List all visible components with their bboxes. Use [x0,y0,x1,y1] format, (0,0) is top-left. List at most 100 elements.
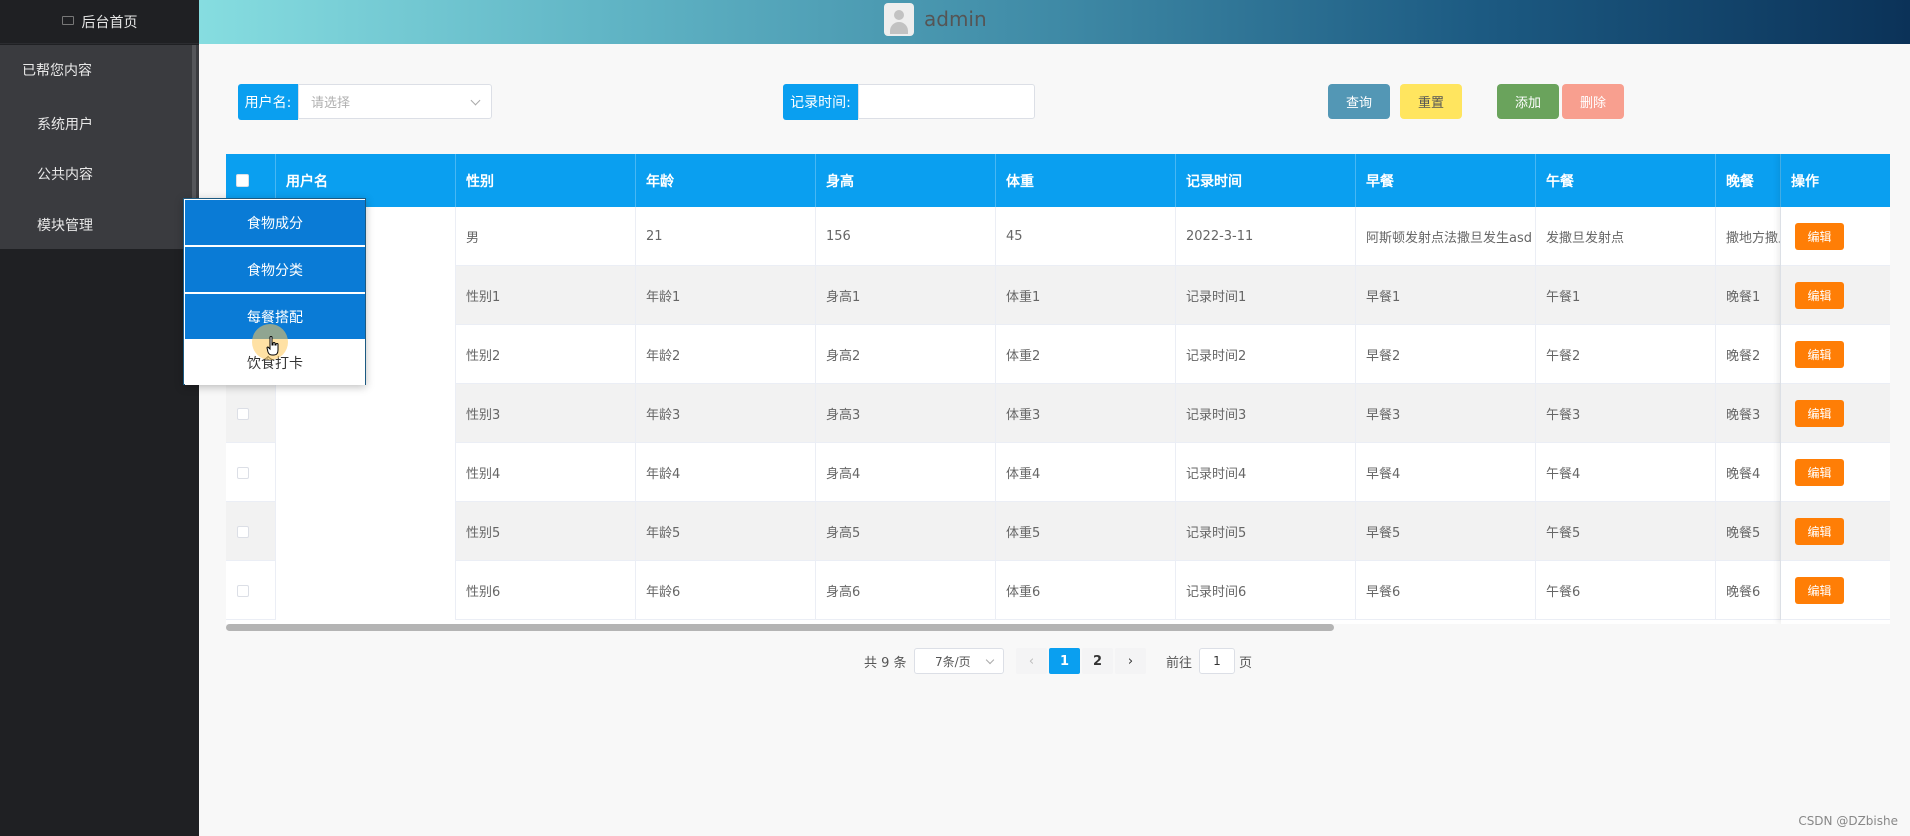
edit-button[interactable]: 编辑 [1795,459,1844,486]
goto-label: 前往 [1166,655,1193,671]
horizontal-scrollbar[interactable] [226,624,1334,631]
col-age[interactable]: 年龄 [636,154,816,207]
row-select-cell [226,502,276,561]
sidebar-home-link[interactable]: 后台首页 [0,0,199,44]
cell-weight: 45 [996,207,1176,266]
cell-time: 2022-3-11 [1176,207,1356,266]
prev-page-button[interactable]: ‹ [1016,648,1047,674]
cell-dinner: 晚餐3 [1716,384,1781,443]
table-row[interactable]: 性别4 年龄4 身高4 体重4 记录时间4 早餐4 午餐4 晚餐4 [226,443,1890,502]
cell-time: 记录时间1 [1176,266,1356,325]
row-checkbox[interactable] [237,407,249,420]
record-time-input[interactable] [858,84,1035,119]
cell-breakfast: 早餐5 [1356,502,1536,561]
cell-dinner: 晚餐6 [1716,561,1781,620]
cell-username [276,502,456,561]
cell-gender: 性别1 [456,266,636,325]
cell-age: 年龄6 [636,561,816,620]
edit-button[interactable]: 编辑 [1795,341,1844,368]
row-select-cell [226,561,276,620]
col-weight[interactable]: 体重 [996,154,1176,207]
data-table: 用户名 性别 年龄 身高 体重 记录时间 早餐 午餐 晚餐 操作 男 21 156 4… [226,154,1890,624]
cell-username [276,561,456,620]
reset-button[interactable]: 重置 [1400,84,1462,119]
query-button[interactable]: 查询 [1328,84,1390,119]
cell-height: 身高1 [816,266,996,325]
cell-dinner: 晚餐4 [1716,443,1781,502]
cell-height: 身高3 [816,384,996,443]
col-record-time[interactable]: 记录时间 [1176,154,1356,207]
cell-username [276,443,456,502]
cell-dinner: 晚餐1 [1716,266,1781,325]
table-row[interactable]: 性别6 年龄6 身高6 体重6 记录时间6 早餐6 午餐6 晚餐6 [226,561,1890,620]
table-row[interactable]: 性别3 年龄3 身高3 体重3 记录时间3 早餐3 午餐3 晚餐3 [226,384,1890,443]
actions-column: 编辑 编辑 编辑 编辑 编辑 编辑 编辑 [1781,154,1890,624]
table-row[interactable]: 性别2 年龄2 身高2 体重2 记录时间2 早餐2 午餐2 晚餐2 [226,325,1890,384]
cell-lunch: 午餐4 [1536,443,1716,502]
top-header: admin [199,0,1910,44]
record-time-label: 记录时间: [783,84,858,120]
page-size-select[interactable]: 7条/页 [914,648,1004,674]
cell-gender: 男 [456,207,636,266]
cell-weight: 体重1 [996,266,1176,325]
add-button[interactable]: 添加 [1497,84,1559,119]
edit-button[interactable]: 编辑 [1795,577,1844,604]
cell-breakfast: 早餐6 [1356,561,1536,620]
col-height[interactable]: 身高 [816,154,996,207]
cell-lunch: 午餐2 [1536,325,1716,384]
username-select[interactable]: 请选择 [298,84,492,119]
sidebar-item-public-content[interactable]: 公共内容 [37,164,229,184]
page-size-value: 7条/页 [935,654,971,669]
row-checkbox[interactable] [237,466,249,479]
table-row[interactable]: 性别1 年龄1 身高1 体重1 记录时间1 早餐1 午餐1 晚餐1 [226,266,1890,325]
cell-lunch: 午餐3 [1536,384,1716,443]
cell-dinner: 晚餐5 [1716,502,1781,561]
cell-weight: 体重2 [996,325,1176,384]
sidebar-item-system-users[interactable]: 系统用户 [37,114,229,134]
header-username[interactable]: admin [924,7,987,31]
cell-breakfast: 早餐2 [1356,325,1536,384]
page-2-button[interactable]: 2 [1082,648,1113,674]
table-header: 用户名 性别 年龄 身高 体重 记录时间 早餐 午餐 晚餐 操作 [226,154,1890,207]
page-1-button[interactable]: 1 [1049,648,1080,674]
cell-time: 记录时间2 [1176,325,1356,384]
sidebar-menu: 已帮您内容 系统用户 公共内容 模块管理 [0,45,199,249]
pagination-total: 共 9 条 [864,655,907,671]
select-all-checkbox[interactable] [236,174,249,187]
col-dinner[interactable]: 晚餐 [1716,154,1781,207]
cell-time: 记录时间4 [1176,443,1356,502]
cell-lunch: 午餐5 [1536,502,1716,561]
avatar[interactable] [884,3,914,36]
col-breakfast[interactable]: 早餐 [1356,154,1536,207]
cell-age: 年龄2 [636,325,816,384]
cell-gender: 性别5 [456,502,636,561]
row-checkbox[interactable] [237,584,249,597]
edit-button[interactable]: 编辑 [1795,518,1844,545]
col-lunch[interactable]: 午餐 [1536,154,1716,207]
cell-height: 156 [816,207,996,266]
edit-button[interactable]: 编辑 [1795,400,1844,427]
goto-page-input[interactable]: 1 [1199,648,1235,674]
next-page-button[interactable]: › [1115,648,1146,674]
monitor-icon [61,16,74,25]
edit-button[interactable]: 编辑 [1795,282,1844,309]
edit-button[interactable]: 编辑 [1795,223,1844,250]
cell-weight: 体重4 [996,443,1176,502]
table-row[interactable]: 男 21 156 45 2022-3-11 阿斯顿发射点法撒旦发生asd 发撒旦发射点 撒地方… [226,207,1890,266]
table-row[interactable]: 性别5 年龄5 身高5 体重5 记录时间5 早餐5 午餐5 晚餐5 [226,502,1890,561]
watermark: CSDN @DZbishe [1798,814,1898,828]
cell-dinner: 撒地方撒旦 [1716,207,1781,266]
submenu-item-food-composition[interactable]: 食物成分 [185,200,365,245]
cell-breakfast: 早餐3 [1356,384,1536,443]
cell-height: 身高5 [816,502,996,561]
row-checkbox[interactable] [237,525,249,538]
cell-weight: 体重3 [996,384,1176,443]
username-select-placeholder: 请选择 [311,96,351,111]
delete-button[interactable]: 删除 [1562,84,1624,119]
cell-height: 身高4 [816,443,996,502]
cell-gender: 性别3 [456,384,636,443]
sidebar-root-item[interactable]: 已帮您内容 [22,60,214,80]
cell-dinner: 晚餐2 [1716,325,1781,384]
col-gender[interactable]: 性别 [456,154,636,207]
submenu-item-food-category[interactable]: 食物分类 [185,247,365,292]
